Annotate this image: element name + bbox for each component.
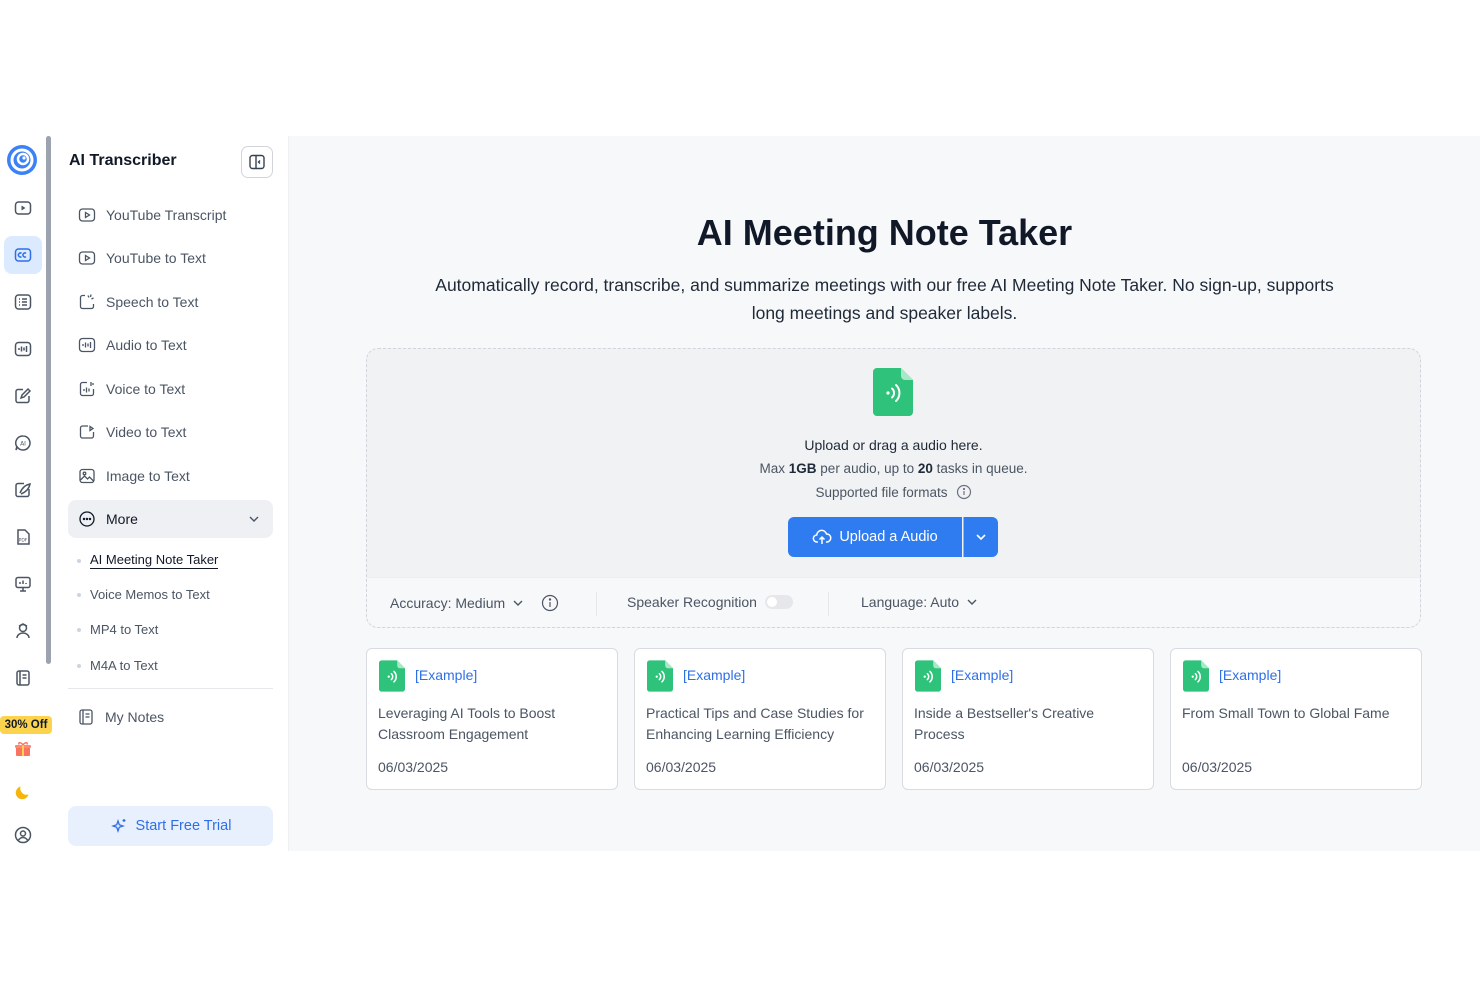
example-card[interactable]: [Example] From Small Town to Global Fame… — [1170, 648, 1422, 790]
accuracy-select[interactable]: Accuracy: Medium — [390, 594, 559, 612]
sidebar-item-youtube-to-text[interactable]: YouTube to Text — [68, 239, 273, 277]
options-divider — [828, 592, 829, 616]
sidebar-subitem-mp4-to-text[interactable]: MP4 to Text — [77, 622, 158, 637]
chevron-down-icon — [513, 600, 523, 606]
sidebar-subitem-voice-memos-to-text[interactable]: Voice Memos to Text — [77, 587, 210, 602]
speaker-recognition-toggle[interactable] — [764, 595, 793, 609]
upload-audio-button[interactable]: Upload a Audio — [788, 517, 962, 557]
rail-video-icon[interactable] — [4, 189, 42, 227]
sidebar-item-video-to-text[interactable]: Video to Text — [68, 413, 273, 451]
rail-edit-icon[interactable] — [4, 377, 42, 415]
rail-scrollbar[interactable] — [46, 136, 51, 664]
more-icon — [77, 509, 97, 529]
example-title: Inside a Bestseller's Creative Process — [914, 705, 1095, 742]
upload-dropzone[interactable]: Upload or drag a audio here. Max 1GB per… — [367, 349, 1420, 577]
upload-options-dropdown[interactable] — [963, 517, 998, 557]
youtube-icon — [77, 205, 97, 225]
sidebar-item-voice-to-text[interactable]: Voice to Text — [68, 370, 273, 408]
sidebar-subitem-m4a-to-text[interactable]: M4A to Text — [77, 658, 158, 673]
main-content: AI Meeting Note Taker Automatically reco… — [289, 136, 1480, 851]
rail-tutor-icon[interactable] — [4, 612, 42, 650]
app-logo-icon[interactable] — [6, 144, 38, 176]
sparkle-icon — [110, 819, 126, 833]
sidebar: AI Transcriber YouTube Transcript YouTub… — [52, 136, 289, 851]
rail-notes-icon[interactable] — [4, 659, 42, 697]
example-date: 06/03/2025 — [378, 759, 449, 775]
audio-file-icon — [915, 660, 941, 692]
audio-file-icon — [379, 660, 405, 692]
upload-card: Upload or drag a audio here. Max 1GB per… — [366, 348, 1421, 628]
svg-text:AI: AI — [20, 441, 26, 448]
example-title: From Small Town to Global Fame — [1182, 705, 1390, 721]
sidebar-title: AI Transcriber — [69, 152, 177, 169]
dark-mode-moon-icon[interactable] — [4, 773, 42, 811]
upload-limits: Max 1GB per audio, up to 20 tasks in que… — [759, 461, 1028, 476]
speaker-recognition-option: Speaker Recognition — [627, 594, 793, 610]
page-subtitle: Automatically record, transcribe, and su… — [435, 275, 1334, 323]
example-date: 06/03/2025 — [914, 759, 985, 775]
app-window: AI PDF 30% Off AI Transcriber YouTube Tr… — [0, 136, 1480, 851]
sidebar-item-audio-to-text[interactable]: Audio to Text — [68, 326, 273, 364]
rail-pdf-icon[interactable]: PDF — [4, 518, 42, 556]
gift-icon[interactable] — [4, 730, 42, 768]
rail-ai-chat-icon[interactable]: AI — [4, 424, 42, 462]
sidebar-item-my-notes[interactable]: My Notes — [68, 698, 273, 736]
svg-text:PDF: PDF — [19, 538, 28, 544]
example-tag: [Example] — [415, 667, 478, 683]
example-tag: [Example] — [683, 667, 746, 683]
example-card[interactable]: [Example] Practical Tips and Case Studie… — [634, 648, 886, 790]
start-free-trial-button[interactable]: Start Free Trial — [68, 806, 273, 846]
sidebar-collapse-button[interactable] — [241, 146, 273, 178]
sidebar-item-more[interactable]: More — [68, 500, 273, 538]
language-select[interactable]: Language: Auto — [861, 594, 979, 610]
example-title: Leveraging AI Tools to Boost Classroom E… — [378, 705, 556, 742]
example-title: Practical Tips and Case Studies for Enha… — [646, 705, 864, 742]
audio-file-icon — [647, 660, 673, 692]
rail-presentation-icon[interactable] — [4, 565, 42, 603]
example-tag: [Example] — [951, 667, 1014, 683]
info-icon[interactable] — [541, 594, 559, 612]
chevron-down-icon — [976, 534, 986, 541]
transcription-options: Accuracy: Medium Speaker Recognition Lan… — [367, 577, 1420, 627]
example-tag: [Example] — [1219, 667, 1282, 683]
sidebar-item-speech-to-text[interactable]: Speech to Text — [68, 283, 273, 321]
page-title: AI Meeting Note Taker — [696, 212, 1073, 253]
rail-list-icon[interactable] — [4, 283, 42, 321]
notebook-icon — [76, 707, 96, 727]
example-date: 06/03/2025 — [1182, 759, 1253, 775]
youtube-icon — [77, 248, 97, 268]
example-card[interactable]: [Example] Leveraging AI Tools to Boost C… — [366, 648, 618, 790]
audio-file-icon — [1183, 660, 1209, 692]
options-divider — [596, 592, 597, 616]
sidebar-divider — [68, 688, 273, 689]
image-icon — [77, 466, 97, 486]
rail-audio-icon[interactable] — [4, 330, 42, 368]
sidebar-subitem-ai-meeting-note-taker[interactable]: AI Meeting Note Taker — [77, 552, 219, 569]
chevron-down-icon — [249, 516, 259, 522]
info-icon — [956, 484, 971, 500]
icon-rail: AI PDF 30% Off — [0, 136, 52, 851]
audio-wave-icon — [77, 335, 97, 355]
sidebar-item-youtube-transcript[interactable]: YouTube Transcript — [68, 196, 273, 234]
upload-instruction: Upload or drag a audio here. — [804, 437, 983, 453]
audio-file-icon — [873, 368, 913, 416]
user-account-icon[interactable] — [4, 816, 42, 854]
voice-icon — [77, 379, 97, 399]
example-card[interactable]: [Example] Inside a Bestseller's Creative… — [902, 648, 1154, 790]
chevron-down-icon — [967, 599, 977, 605]
sidebar-item-image-to-text[interactable]: Image to Text — [68, 457, 273, 495]
panel-toggle-icon — [249, 154, 265, 170]
video-icon — [77, 422, 97, 442]
speech-icon — [77, 292, 97, 312]
rail-writer-icon[interactable] — [4, 471, 42, 509]
rail-captions-icon[interactable] — [4, 236, 42, 274]
supported-formats[interactable]: Supported file formats — [367, 484, 1420, 500]
cloud-upload-icon — [812, 529, 832, 544]
upload-audio-split-button: Upload a Audio — [788, 517, 998, 557]
example-date: 06/03/2025 — [646, 759, 717, 775]
